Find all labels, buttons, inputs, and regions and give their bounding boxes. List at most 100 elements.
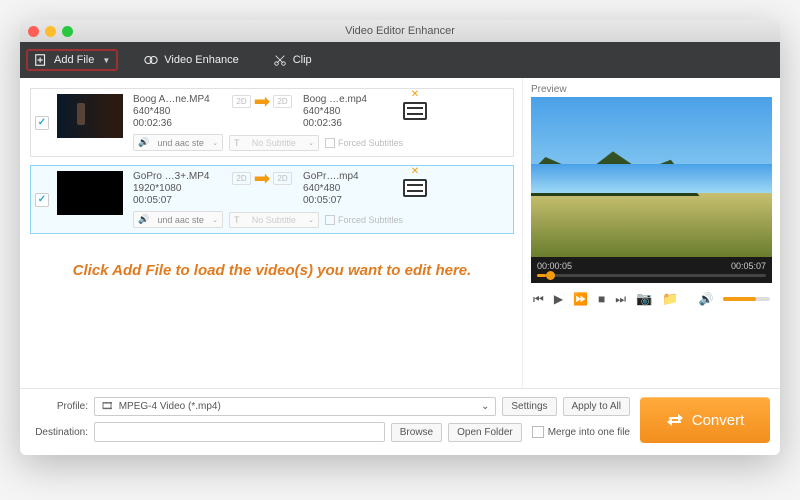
playback-controls: ⏮ ▶ ⏩ ■ ⏭ 📷 📁 🔊 (523, 283, 780, 315)
checkbox-icon (325, 215, 335, 225)
bottom-bar: Profile: 🎞 MPEG-4 Video (*.mp4) ⌄ Settin… (20, 388, 780, 455)
forced-subtitles-toggle[interactable]: Forced Subtitles (325, 138, 403, 148)
film-icon: 🎞 (101, 401, 114, 412)
output-filename: GoPr….mp4 (303, 171, 391, 182)
video-enhance-label: Video Enhance (164, 54, 238, 66)
conversion-arrow: 2D ➡ 2D (227, 166, 297, 191)
file-row[interactable]: GoPro …3+.MP4 1920*1080 00:05:07 2D ➡ 2D… (30, 165, 514, 234)
file-thumbnail (57, 171, 123, 215)
source-filename: Boog A…ne.MP4 (133, 94, 221, 105)
preview-viewport (531, 97, 772, 257)
remove-file-button[interactable]: ✕ (411, 166, 419, 177)
prev-button[interactable]: ⏮ (533, 292, 544, 307)
file-row[interactable]: Boog A…ne.MP4 640*480 00:02:36 2D ➡ 2D B… (30, 88, 514, 157)
output-format-icon[interactable] (403, 179, 427, 197)
audio-track-dropdown[interactable]: 🔊 und aac ste ⌄ (133, 134, 223, 151)
convert-button[interactable]: Convert (640, 397, 770, 443)
checkbox-icon (532, 426, 544, 438)
file-list-pane: Boog A…ne.MP4 640*480 00:02:36 2D ➡ 2D B… (20, 78, 522, 388)
chevron-down-icon: ⌄ (481, 401, 489, 412)
close-window-icon[interactable] (28, 26, 39, 37)
arrow-right-icon: ➡ (254, 166, 271, 191)
merge-label: Merge into one file (548, 427, 630, 438)
browse-button[interactable]: Browse (391, 423, 442, 442)
minimize-window-icon[interactable] (45, 26, 56, 37)
file-checkbox[interactable] (35, 116, 49, 130)
conversion-arrow: 2D ➡ 2D (227, 89, 297, 114)
destination-input[interactable] (94, 422, 385, 442)
titlebar: Video Editor Enhancer (20, 20, 780, 42)
audio-track-dropdown[interactable]: 🔊 und aac ste ⌄ (133, 211, 223, 228)
next-button[interactable]: ⏭ (615, 292, 626, 307)
apply-all-button[interactable]: Apply to All (563, 397, 630, 416)
snapshot-button[interactable]: 📷 (636, 291, 652, 307)
volume-slider[interactable] (723, 297, 770, 301)
subtitle-value: No Subtitle (252, 215, 296, 225)
chevron-down-icon: ⌄ (308, 139, 314, 147)
output-duration: 00:02:36 (303, 118, 391, 129)
clip-label: Clip (293, 54, 312, 66)
profile-value: MPEG-4 Video (*.mp4) (119, 401, 221, 412)
time-total: 00:05:07 (731, 261, 766, 271)
play-button[interactable]: ▶ (554, 292, 563, 306)
app-window: Video Editor Enhancer Add File ▼ Video E… (20, 20, 780, 455)
output-format-icon[interactable] (403, 102, 427, 120)
destination-label: Destination: (30, 427, 88, 438)
preview-label: Preview (523, 78, 780, 97)
add-file-button[interactable]: Add File ▼ (26, 49, 118, 71)
output-resolution: 640*480 (303, 183, 391, 194)
forced-subtitles-toggle[interactable]: Forced Subtitles (325, 215, 403, 225)
profile-label: Profile: (30, 401, 88, 412)
scrub-handle[interactable] (546, 271, 555, 280)
volume-icon[interactable]: 🔊 (698, 292, 713, 306)
fwd-button[interactable]: ⏩ (573, 292, 588, 306)
merge-checkbox[interactable]: Merge into one file (532, 426, 630, 438)
subtitle-icon: T (234, 138, 240, 148)
source-resolution: 1920*1080 (133, 183, 221, 194)
subtitle-dropdown[interactable]: T No Subtitle ⌄ (229, 135, 319, 151)
clip-button[interactable]: Clip (265, 49, 320, 71)
output-resolution: 640*480 (303, 106, 391, 117)
source-info: GoPro …3+.MP4 1920*1080 00:05:07 (127, 166, 227, 208)
subtitle-icon: T (234, 215, 240, 225)
chevron-down-icon: ⌄ (212, 216, 218, 224)
output-info: Boog …e.mp4 640*480 00:02:36 (297, 89, 397, 131)
preview-pane: Preview 00:00:05 00:05:07 ⏮ ▶ ⏩ ■ ⏭ 📷 📁 … (522, 78, 780, 388)
subtitle-value: No Subtitle (252, 138, 296, 148)
convert-label: Convert (692, 412, 745, 429)
arrow-right-icon: ➡ (254, 89, 271, 114)
zoom-window-icon[interactable] (62, 26, 73, 37)
dim-badge-in: 2D (232, 95, 250, 108)
speaker-icon: 🔊 (138, 137, 149, 148)
add-file-label: Add File (54, 54, 94, 66)
preview-image (531, 97, 772, 257)
window-title: Video Editor Enhancer (20, 25, 780, 37)
profile-dropdown[interactable]: 🎞 MPEG-4 Video (*.mp4) ⌄ (94, 397, 496, 416)
main-toolbar: Add File ▼ Video Enhance Clip (20, 42, 780, 78)
content-area: Boog A…ne.MP4 640*480 00:02:36 2D ➡ 2D B… (20, 78, 780, 388)
enhance-icon (144, 53, 158, 67)
swap-icon (666, 411, 684, 429)
chevron-down-icon: ▼ (102, 56, 110, 65)
source-resolution: 640*480 (133, 106, 221, 117)
audio-track-value: und aac ste (157, 215, 204, 225)
open-folder-button[interactable]: Open Folder (448, 423, 522, 442)
output-info: GoPr….mp4 640*480 00:05:07 (297, 166, 397, 208)
file-thumbnail (57, 94, 123, 138)
scrub-bar[interactable] (531, 271, 772, 283)
source-filename: GoPro …3+.MP4 (133, 171, 221, 182)
output-duration: 00:05:07 (303, 195, 391, 206)
dim-badge-out: 2D (273, 172, 291, 185)
settings-button[interactable]: Settings (502, 397, 556, 416)
subtitle-dropdown[interactable]: T No Subtitle ⌄ (229, 212, 319, 228)
output-filename: Boog …e.mp4 (303, 94, 391, 105)
video-enhance-button[interactable]: Video Enhance (136, 49, 246, 71)
remove-file-button[interactable]: ✕ (411, 89, 419, 100)
stop-button[interactable]: ■ (598, 292, 605, 306)
time-current: 00:00:05 (537, 261, 572, 271)
speaker-icon: 🔊 (138, 214, 149, 225)
file-checkbox[interactable] (35, 193, 49, 207)
forced-subtitles-label: Forced Subtitles (338, 215, 403, 225)
open-folder-button[interactable]: 📁 (662, 291, 678, 307)
dim-badge-in: 2D (232, 172, 250, 185)
